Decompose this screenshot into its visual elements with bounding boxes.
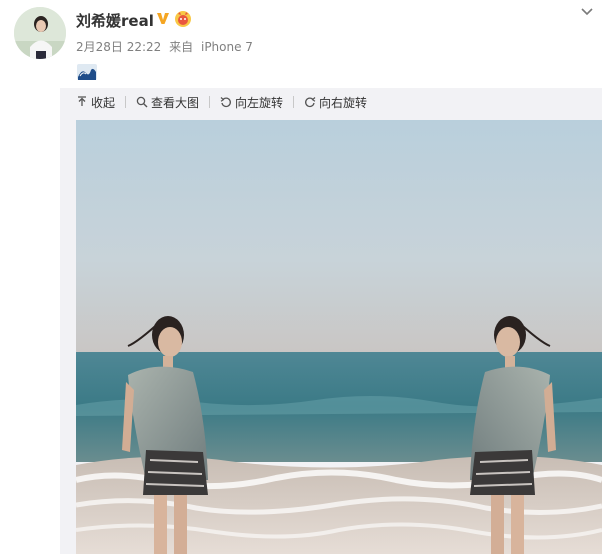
divider (209, 96, 211, 108)
avatar[interactable] (14, 7, 66, 59)
post-date[interactable]: 2月28日 22:22 (76, 40, 161, 54)
rotate-right-button[interactable]: 向右旋转 (304, 94, 367, 111)
rotate-left-button[interactable]: 向左旋转 (220, 94, 283, 111)
source-prefix: 来自 (169, 40, 194, 54)
device-source[interactable]: iPhone 7 (201, 40, 253, 54)
view-large-label: 查看大图 (151, 95, 200, 110)
chevron-down-icon[interactable] (580, 4, 594, 23)
beach-photo-image (76, 120, 602, 554)
divider (125, 96, 127, 108)
rotate-right-icon (305, 97, 316, 108)
post-header: 刘希媛real 2月28日 22:22 来自 iPhone 7 (0, 0, 602, 88)
wave-emoji-icon (77, 64, 97, 84)
view-large-button[interactable]: 查看大图 (136, 94, 199, 111)
collapse-label: 收起 (91, 95, 116, 110)
media-toolbar: 收起 查看大图 向左旋转 向右旋转 (60, 88, 602, 116)
rotate-right-label: 向右旋转 (319, 95, 368, 110)
collapse-icon (78, 96, 86, 106)
divider (293, 96, 295, 108)
rotate-left-label: 向左旋转 (235, 95, 284, 110)
post-photo[interactable] (76, 120, 602, 554)
media-panel: 收起 查看大图 向左旋转 向右旋转 (60, 88, 602, 554)
rotate-left-icon (220, 97, 231, 108)
member-badge-icon[interactable] (174, 10, 192, 32)
collapse-button[interactable]: 收起 (76, 94, 115, 111)
post-meta: 2月28日 22:22 来自 iPhone 7 (76, 38, 257, 55)
username[interactable]: 刘希媛real (76, 10, 154, 31)
verified-v-icon (155, 10, 171, 30)
search-icon (136, 96, 148, 108)
